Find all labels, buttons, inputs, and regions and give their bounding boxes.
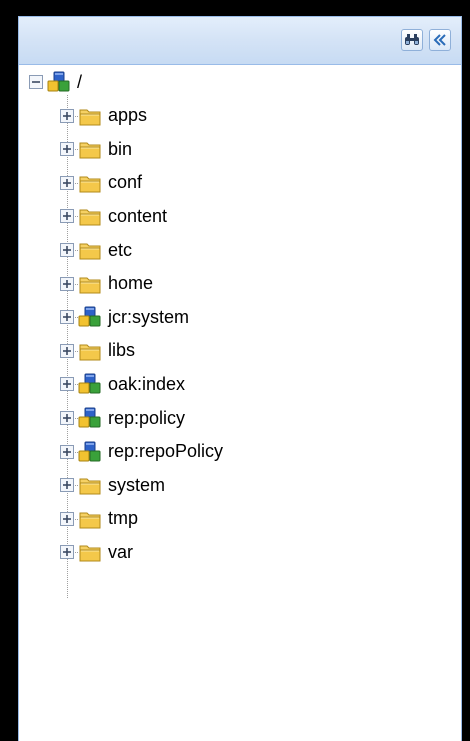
expand-toggle-icon[interactable] [60,445,74,459]
collapse-panel-button[interactable] [429,29,451,51]
tree-node-label: oak:index [108,373,186,394]
tree-node-label: home [108,273,154,294]
panel-header [19,17,461,65]
binoculars-icon [405,34,419,45]
tree-node-label: etc [108,239,133,260]
tree-node-label: var [108,541,134,562]
expand-toggle-icon[interactable] [60,377,74,391]
tree-node[interactable]: jcr:system [60,302,189,332]
tree-node-label: system [108,474,166,495]
node-icon [78,306,102,328]
tree-node-label: content [108,205,168,226]
expand-toggle-icon[interactable] [60,478,74,492]
tree-node-label: jcr:system [108,306,189,327]
folder-icon [78,172,102,194]
node-icon [47,71,71,93]
expand-toggle-icon[interactable] [60,176,74,190]
expand-toggle-icon[interactable] [60,310,74,324]
folder-icon [78,508,102,530]
tree-node[interactable]: conf [60,168,142,198]
tree-node[interactable]: etc [60,235,132,265]
double-chevron-left-icon [433,34,446,46]
folder-icon [78,205,102,227]
expand-toggle-icon[interactable] [60,277,74,291]
tree-node-label: libs [108,340,136,361]
node-tree: / apps bin conf content etc home jcr:system libs… [19,65,461,741]
tree-node-label: tmp [108,508,139,529]
tree-node-label: rep:repoPolicy [108,441,224,462]
folder-icon [78,105,102,127]
collapse-toggle-icon[interactable] [29,75,43,89]
tree-node[interactable]: oak:index [60,369,185,399]
tree-node-label: conf [108,172,143,193]
tree-node-label: bin [108,138,133,159]
tree-node[interactable]: rep:repoPolicy [60,437,223,467]
folder-icon [78,138,102,160]
expand-toggle-icon[interactable] [60,209,74,223]
expand-toggle-icon[interactable] [60,545,74,559]
expand-toggle-icon[interactable] [60,142,74,156]
expand-toggle-icon[interactable] [60,344,74,358]
expand-toggle-icon[interactable] [60,512,74,526]
folder-icon [78,340,102,362]
tree-node-label: apps [108,105,148,126]
tree-node[interactable]: var [60,537,133,567]
tree-node[interactable]: bin [60,134,132,164]
tree-node[interactable]: tmp [60,504,138,534]
search-button[interactable] [401,29,423,51]
tree-node[interactable]: system [60,470,165,500]
tree-node[interactable]: rep:policy [60,403,185,433]
folder-icon [78,273,102,295]
repository-tree-panel: / apps bin conf content etc home jcr:system libs… [18,16,462,741]
tree-node[interactable]: home [60,269,153,299]
folder-icon [78,541,102,563]
expand-toggle-icon[interactable] [60,411,74,425]
tree-node-label: / [77,71,83,92]
node-icon [78,441,102,463]
node-icon [78,373,102,395]
expand-toggle-icon[interactable] [60,109,74,123]
tree-node-root[interactable]: / [29,67,82,97]
node-icon [78,407,102,429]
tree-node[interactable]: libs [60,336,135,366]
folder-icon [78,474,102,496]
tree-node[interactable]: content [60,201,167,231]
tree-node[interactable]: apps [60,101,147,131]
expand-toggle-icon[interactable] [60,243,74,257]
tree-node-label: rep:policy [108,407,186,428]
folder-icon [78,239,102,261]
